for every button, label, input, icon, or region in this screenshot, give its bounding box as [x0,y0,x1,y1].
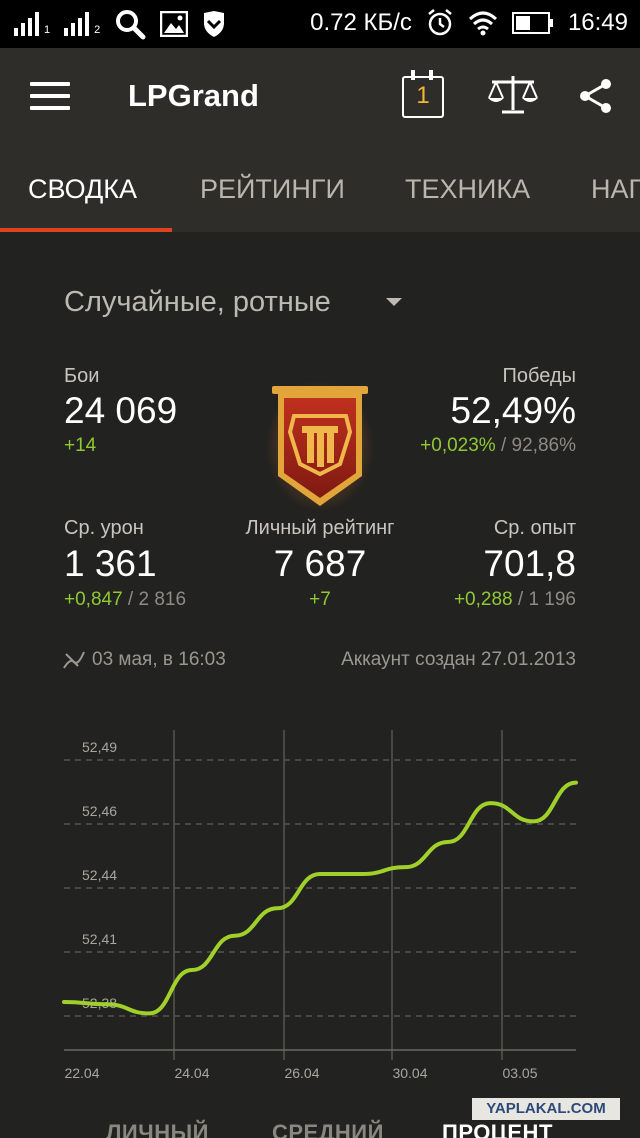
personal-rating-delta: +7 [309,589,331,610]
active-tab-indicator [0,228,172,232]
wins-label: Победы [502,365,576,387]
sim2-label: 2 [94,24,101,36]
alarm-icon [428,9,452,36]
chart-mode-tabs: ЛИЧНЫЙ СРЕДНИЙ ПРОЦЕНТ [0,1118,640,1138]
tab-ratings[interactable]: РЕЙТИНГИ [200,172,345,206]
network-speed: 0.72 КБ/с [310,9,412,36]
signal-sim1-icon: 1 [14,12,50,36]
status-bar: 1 2 0.72 КБ/с 16:49 [0,0,640,48]
watermark: YAPLAKAL.COM [472,1098,620,1120]
compare-scale-icon[interactable] [486,74,540,116]
battle-mode-label: Случайные, ротные [64,286,331,318]
status-left: 1 2 [14,8,226,40]
avg-damage-delta: +0,847 [64,589,123,610]
wins-value: 52,49% [450,390,577,431]
tab-average[interactable]: СРЕДНИЙ [272,1120,384,1138]
avg-exp-delta-row: +0,288 / 1 196 [454,588,576,612]
battle-mode-dropdown[interactable]: Случайные, ротные [64,284,424,324]
avg-exp-sub: 1 196 [528,589,576,610]
y-tick-label: 52,49 [82,739,117,755]
status-right: 0.72 КБ/с 16:49 [310,8,628,38]
avg-damage-sub: 2 816 [138,589,187,610]
battles-label: Бои [64,365,100,387]
menu-icon[interactable] [30,82,70,110]
calendar-button[interactable]: 1 [402,70,444,118]
shield-icon [204,11,225,37]
app-title: LPGrand [128,78,259,113]
x-tick-label: 24.04 [174,1065,209,1081]
avg-exp-delta: +0,288 [453,589,513,610]
wifi-icon [468,11,497,36]
share-icon[interactable] [578,78,614,114]
tab-awards[interactable]: НАГ [591,172,640,206]
search-icon [116,10,146,40]
battery-icon [511,12,553,34]
avg-damage-value: 1 361 [64,543,157,584]
signal-sim2-icon: 2 [64,12,100,36]
tab-personal[interactable]: ЛИЧНЫЙ [106,1120,209,1138]
avg-exp-label: Ср. опыт [493,517,576,539]
win-rate-chart: 52,4952,4652,4452,4152,3822.04 24.04 26.04… [62,730,578,1081]
y-tick-label: 52,46 [82,803,117,819]
y-tick-label: 52,41 [82,931,117,947]
x-tick-label: 22.04 [64,1065,99,1081]
tank-emblem-icon [266,380,374,512]
tab-vehicles[interactable]: ТЕХНИКА [405,172,530,206]
tab-summary[interactable]: СВОДКА [28,172,137,206]
battles-delta: +14 [64,435,97,456]
tab-percent[interactable]: ПРОЦЕНТ [442,1120,553,1138]
chevron-down-icon [386,298,402,306]
personal-rating-value: 7 687 [273,543,367,584]
avg-exp-separator: / [512,589,529,610]
gallery-icon [160,11,189,37]
calendar-day: 1 [416,82,430,109]
sim1-label: 1 [44,24,51,36]
avg-damage-separator: / [122,589,139,610]
signature-icon [63,651,85,669]
app-bar: LPGrand 1 [0,48,640,144]
avg-damage-label: Ср. урон [64,517,144,539]
wins-delta-row: +0,023% / 92,86% [420,434,576,458]
series-line [62,780,578,1016]
last-battle-time: 03 мая, в 16:03 [92,649,226,670]
avg-exp-value: 701,8 [483,543,576,584]
wins-sub: 92,86% [511,435,576,456]
wins-delta: +0,023% [420,435,496,456]
avg-damage-delta-row: +0,847 / 2 816 [64,588,186,612]
x-tick-label: 30.04 [392,1065,427,1081]
y-tick-label: 52,44 [82,867,117,883]
tab-bar: СВОДКА РЕЙТИНГИ ТЕХНИКА НАГ [0,144,640,232]
personal-rating-label: Личный рейтинг [245,517,395,539]
battles-value: 24 069 [64,390,178,431]
clock: 16:49 [567,9,628,36]
x-tick-label: 03.05 [502,1065,537,1081]
x-tick-label: 26.04 [284,1065,319,1081]
wins-separator: / [495,435,512,456]
account-created: Аккаунт создан 27.01.2013 [341,649,576,670]
